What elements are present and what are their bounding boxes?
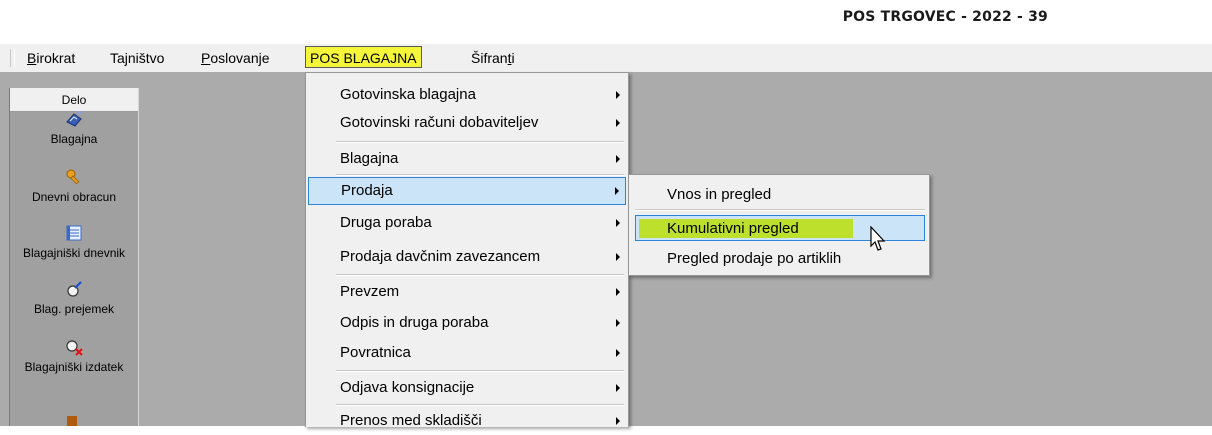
submenu-item-vnos-in-pregled[interactable]: Vnos in pregled [631, 181, 927, 209]
submenu-arrow-icon [615, 187, 619, 195]
sidebar-delo: Delo Blagajna Dnevni obracun Blagajniški… [9, 88, 139, 426]
menu-separator [336, 370, 624, 372]
menu-separator [336, 141, 624, 143]
sidebar-item-blagajniski-dnevnik[interactable]: Blagajniški dnevnik [10, 224, 138, 260]
menu-item-prodaja[interactable]: Prodaja [308, 177, 626, 205]
cash-register-icon [66, 111, 82, 127]
menu-item-druga-poraba[interactable]: Druga poraba [308, 209, 626, 237]
menu-item-odjava-konsignacije[interactable]: Odjava konsignacije [308, 374, 626, 402]
menu-sifranti[interactable]: Šifranti [471, 50, 515, 66]
pos-blagajna-menu: Gotovinska blagajna Gotovinski računi do… [305, 72, 629, 429]
menubar-grip [10, 49, 15, 67]
sidebar-item-blag-prejemek[interactable]: Blag. prejemek [10, 280, 138, 316]
submenu-arrow-icon [616, 349, 620, 357]
menu-item-povratnica[interactable]: Povratnica [308, 339, 626, 367]
menu-separator [336, 404, 624, 406]
menu-separator [336, 174, 624, 176]
menu-pos-blagajna[interactable]: POS BLAGAJNA [305, 46, 422, 68]
submenu-arrow-icon [616, 288, 620, 296]
mouse-cursor-icon [870, 226, 886, 251]
expense-icon [66, 340, 83, 356]
receipt-icon [67, 281, 82, 297]
menu-item-blagajna[interactable]: Blagajna [308, 145, 626, 173]
key-icon [66, 169, 80, 185]
menu-tajnistvo[interactable]: Tajništvo [110, 50, 164, 66]
submenu-arrow-icon [616, 119, 620, 127]
sidebar-item-blagajna[interactable]: Blagajna [10, 110, 138, 146]
menu-poslovanje[interactable]: Poslovanje [201, 50, 270, 66]
sidebar-next-icon [67, 416, 77, 426]
submenu-arrow-icon [616, 384, 620, 392]
ledger-icon [66, 225, 82, 241]
window-title: POS TRGOVEC - 2022 - 39 [842, 9, 1048, 25]
menu-item-gotovinski-racuni[interactable]: Gotovinski računi dobaviteljev [308, 109, 626, 137]
menu-separator [336, 274, 624, 276]
menu-bar: Birokrat Tajništvo Poslovanje POS BLAGAJ… [0, 44, 1212, 72]
submenu-arrow-icon [616, 219, 620, 227]
sidebar-item-blagajniski-izdatek[interactable]: Blagajniški izdatek [10, 338, 138, 374]
submenu-arrow-icon [616, 417, 620, 425]
submenu-arrow-icon [616, 319, 620, 327]
menu-separator [635, 209, 925, 211]
menu-item-gotovinska-blagajna[interactable]: Gotovinska blagajna [308, 81, 626, 109]
menu-item-odpis[interactable]: Odpis in druga poraba [308, 309, 626, 337]
sidebar-item-dnevni-obracun[interactable]: Dnevni obracun [10, 168, 138, 204]
menu-item-prenos-med-skladisci[interactable]: Prenos med skladišči [308, 407, 626, 435]
sidebar-header[interactable]: Delo [10, 88, 138, 112]
submenu-arrow-icon [616, 155, 620, 163]
submenu-arrow-icon [616, 91, 620, 99]
prodaja-submenu: Vnos in pregled Kumulativni pregled Preg… [628, 174, 930, 276]
menu-item-prevzem[interactable]: Prevzem [308, 278, 626, 306]
submenu-arrow-icon [616, 253, 620, 261]
menu-item-prodaja-davcnim[interactable]: Prodaja davčnim zavezancem [308, 243, 626, 271]
menu-birokrat[interactable]: Birokrat [27, 50, 75, 66]
